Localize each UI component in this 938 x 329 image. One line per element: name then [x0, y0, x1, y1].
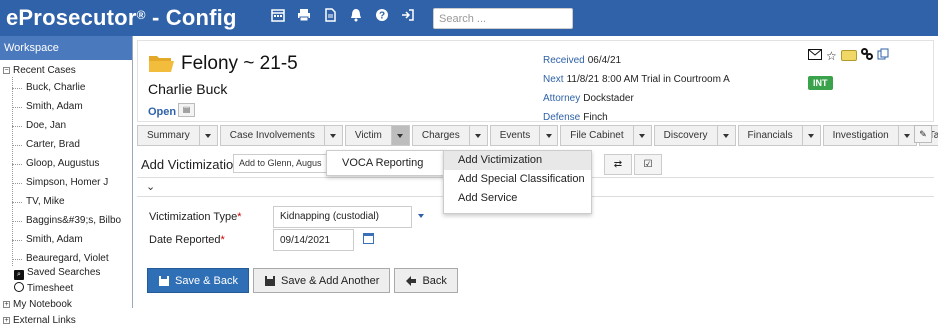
tree-node-saved-searches[interactable]: ⌕ Saved Searches: [14, 265, 100, 281]
saved-search-icon: ⌕: [14, 270, 24, 280]
add-to-select[interactable]: Add to Glenn, Augus: [233, 154, 329, 173]
recent-case-item[interactable]: Doe, Jan: [0, 118, 66, 134]
victim-dropdown-menu: VOCA Reporting: [326, 150, 446, 176]
workspace-header: Workspace: [0, 36, 132, 60]
expand-icon[interactable]: +: [3, 301, 10, 308]
chevron-down-icon[interactable]: [716, 126, 735, 145]
save-back-button[interactable]: Save & Back: [147, 268, 249, 293]
link-icon[interactable]: [860, 48, 873, 63]
back-button[interactable]: Back: [394, 268, 458, 293]
tab-events[interactable]: Events: [489, 125, 559, 146]
recent-case-item[interactable]: Smith, Adam: [0, 232, 83, 248]
tree-node-timesheet[interactable]: Timesheet: [14, 281, 73, 297]
next-value: 11/8/21 8:00 AM Trial in Courtroom A: [566, 74, 730, 85]
victimization-type-select[interactable]: Kidnapping (custodial): [273, 206, 412, 228]
recent-case-item[interactable]: TV, Mike: [0, 194, 65, 210]
tab-file-cabinet[interactable]: File Cabinet: [560, 125, 652, 146]
clock-icon: [14, 282, 24, 292]
chevron-down-icon[interactable]: [323, 126, 342, 145]
print-icon[interactable]: [296, 8, 312, 24]
defense-value: Finch: [583, 112, 608, 123]
case-info: Received 06/4/21 Next 11/8/21 8:00 AM Tria…: [543, 51, 730, 127]
tab-investigation[interactable]: Investigation: [822, 125, 917, 146]
recent-case-item[interactable]: Carter, Brad: [0, 137, 80, 153]
logout-icon[interactable]: [400, 8, 416, 24]
tab-victim[interactable]: Victim: [344, 125, 410, 146]
victimization-type-label: Victimization Type*: [149, 211, 242, 223]
recent-case-item[interactable]: Baggins&#39;s, Bilbo: [0, 213, 121, 229]
case-tabs: Summary Case Involvements Victim Charges…: [137, 125, 938, 146]
menu-item-voca-reporting[interactable]: VOCA Reporting: [327, 151, 445, 175]
save-add-another-button[interactable]: Save & Add Another: [252, 268, 391, 293]
defendant-name: Charlie Buck: [148, 81, 228, 97]
form-buttons: Save & Back Save & Add Another Back: [147, 268, 458, 293]
app-title: eProsecutor® - Config: [6, 5, 237, 30]
tree-node-recent-cases[interactable]: − Recent Cases: [3, 63, 76, 79]
menu-item-add-service[interactable]: Add Service: [444, 189, 591, 208]
recent-case-item[interactable]: Smith, Adam: [0, 99, 83, 115]
int-badge: INT: [808, 76, 833, 90]
recent-case-item[interactable]: Buck, Charlie: [0, 80, 85, 96]
defense-link[interactable]: Defense: [543, 112, 580, 123]
section-title: Add Victimization: [141, 157, 241, 172]
menu-item-add-victimization[interactable]: Add Victimization: [444, 151, 591, 170]
case-status[interactable]: Open: [148, 106, 176, 118]
chevron-down-icon[interactable]: [539, 126, 557, 145]
case-icons: ☆: [808, 48, 889, 63]
workspace-sidebar: Workspace − Recent Cases Buck, Charlie Sm…: [0, 36, 133, 326]
copy-icon[interactable]: [877, 48, 889, 63]
swap-icon[interactable]: ⇄: [604, 154, 632, 175]
tree-node-external-links[interactable]: + External Links: [3, 313, 76, 329]
received-value: 06/4/21: [587, 55, 622, 66]
case-title: Felony ~ 21-5: [181, 53, 298, 74]
case-header-card: Felony ~ 21-5 Charlie Buck Open ▤ Receiv…: [137, 40, 934, 123]
search-input[interactable]: [433, 8, 573, 29]
attorney-link[interactable]: Attorney: [543, 93, 580, 104]
tree-node-my-notebook[interactable]: + My Notebook: [3, 297, 72, 313]
top-bar: eProsecutor® - Config ?: [0, 0, 938, 36]
calendar-icon[interactable]: [363, 233, 374, 244]
save-icon: [264, 275, 275, 286]
recent-case-item[interactable]: Gloop, Augustus: [0, 156, 99, 172]
attorney-value: Dockstader: [583, 93, 634, 104]
chevron-down-icon[interactable]: ⌄: [146, 180, 155, 193]
edit-check-icon[interactable]: ☑: [634, 154, 662, 175]
date-reported-label: Date Reported*: [149, 234, 225, 246]
chevron-down-icon[interactable]: [632, 126, 651, 145]
tab-financials[interactable]: Financials: [737, 125, 821, 146]
collapse-icon[interactable]: −: [3, 67, 10, 74]
tab-charges[interactable]: Charges: [411, 125, 488, 146]
save-icon: [159, 275, 169, 286]
add-dropdown-menu: Add Victimization Add Special Classifica…: [443, 150, 592, 214]
caret-down-icon[interactable]: [418, 214, 424, 218]
edit-icon[interactable]: ✎: [914, 125, 932, 143]
envelope-icon[interactable]: [808, 48, 822, 63]
expand-icon[interactable]: +: [3, 317, 10, 324]
chevron-down-icon[interactable]: [390, 126, 409, 145]
document-icon[interactable]: [322, 8, 338, 24]
calendar-icon[interactable]: [270, 8, 286, 24]
folder-icon: [149, 56, 174, 72]
chevron-down-icon[interactable]: [198, 126, 217, 145]
bell-icon[interactable]: [348, 8, 364, 24]
tab-summary[interactable]: Summary: [137, 125, 218, 146]
comment-icon[interactable]: ▤: [178, 103, 195, 117]
next-link[interactable]: Next: [543, 74, 564, 85]
help-icon[interactable]: ?: [374, 8, 390, 24]
tab-discovery[interactable]: Discovery: [653, 125, 736, 146]
chevron-down-icon[interactable]: [801, 126, 820, 145]
svg-text:?: ?: [379, 11, 385, 22]
note-icon[interactable]: [840, 50, 857, 61]
tab-case-involvements[interactable]: Case Involvements: [219, 125, 343, 146]
arrow-left-icon: [406, 275, 417, 286]
chevron-down-icon[interactable]: [468, 126, 487, 145]
menu-item-add-special-classification[interactable]: Add Special Classification: [444, 170, 591, 189]
star-icon[interactable]: ☆: [826, 49, 837, 63]
date-reported-input[interactable]: [273, 229, 354, 251]
recent-case-item[interactable]: Simpson, Homer J: [0, 175, 108, 191]
received-link[interactable]: Received: [543, 55, 585, 66]
